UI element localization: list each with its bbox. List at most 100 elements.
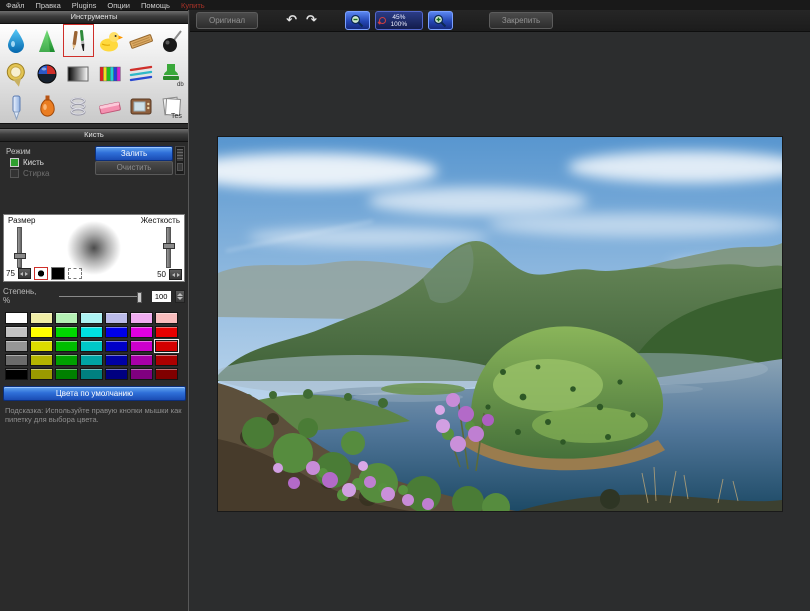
- menu-item-plugins[interactable]: Plugins: [72, 1, 97, 10]
- color-swatch[interactable]: [55, 354, 78, 366]
- color-swatch[interactable]: [5, 354, 28, 366]
- hardness-value: 50: [157, 270, 166, 279]
- color-swatch[interactable]: [130, 354, 153, 366]
- tool-spring[interactable]: [63, 90, 94, 123]
- tool-stamp[interactable]: db: [157, 57, 188, 90]
- stamp-icon: db: [159, 61, 185, 87]
- menu-item-options[interactable]: Опции: [107, 1, 130, 10]
- tool-eraser[interactable]: [94, 90, 125, 123]
- opacity-value: 100: [152, 291, 171, 302]
- redo-icon[interactable]: ↷: [304, 13, 319, 29]
- color-swatch[interactable]: [105, 354, 128, 366]
- brush-shape-round-swatch[interactable]: [34, 267, 48, 280]
- color-swatch[interactable]: [5, 312, 28, 324]
- fill-button[interactable]: Залить: [95, 146, 173, 161]
- default-colors-button[interactable]: Цвета по умолчанию: [3, 386, 186, 401]
- color-ball-icon: [35, 61, 59, 87]
- hardness-label: Жесткость: [141, 216, 180, 225]
- zoom-out-button[interactable]: [345, 11, 370, 30]
- tool-cone[interactable]: [31, 24, 62, 57]
- tool-wood-plank[interactable]: [125, 24, 156, 57]
- color-swatch[interactable]: [130, 340, 153, 352]
- zoom-in-button[interactable]: [428, 11, 453, 30]
- size-stepper[interactable]: [18, 268, 31, 279]
- color-swatch[interactable]: [5, 340, 28, 352]
- color-swatch[interactable]: [80, 312, 103, 324]
- color-swatch[interactable]: [80, 368, 103, 380]
- size-slider-thumb[interactable]: [14, 253, 26, 259]
- canvas-area[interactable]: [218, 137, 782, 511]
- color-swatch[interactable]: [105, 368, 128, 380]
- color-swatch[interactable]: [5, 326, 28, 338]
- color-swatch[interactable]: [55, 326, 78, 338]
- mode-scrollbar-button[interactable]: [177, 163, 183, 171]
- color-swatch[interactable]: [80, 340, 103, 352]
- original-button[interactable]: Оригинал: [196, 12, 258, 29]
- brush-panel-title: Кисть: [0, 128, 188, 142]
- hardness-slider-thumb[interactable]: [163, 243, 175, 249]
- color-swatch[interactable]: [30, 354, 53, 366]
- hardness-stepper[interactable]: [169, 269, 182, 280]
- brush-shape-square-swatch[interactable]: [51, 267, 65, 280]
- brush-mode-checkbox[interactable]: [10, 158, 19, 167]
- zoom-total-value: 100%: [391, 21, 408, 28]
- color-swatch[interactable]: [80, 354, 103, 366]
- tool-pin[interactable]: [157, 24, 188, 57]
- color-swatch[interactable]: [30, 368, 53, 380]
- color-swatch[interactable]: [55, 312, 78, 324]
- color-swatch[interactable]: [155, 312, 178, 324]
- tool-brush-pencil[interactable]: [63, 24, 94, 57]
- brush-shape-outline-swatch[interactable]: [68, 268, 82, 279]
- tool-rainbow[interactable]: [94, 57, 125, 90]
- color-swatch[interactable]: [105, 312, 128, 324]
- eraser-icon: [97, 94, 123, 120]
- size-slider[interactable]: [17, 227, 22, 268]
- tool-tube[interactable]: [0, 90, 31, 123]
- undo-icon[interactable]: ↶: [284, 13, 299, 29]
- tool-bottle[interactable]: [31, 90, 62, 123]
- opacity-stepper[interactable]: [175, 290, 185, 303]
- color-swatch[interactable]: [5, 368, 28, 380]
- color-swatch[interactable]: [155, 368, 178, 380]
- zoom-current-value: 45%: [392, 14, 405, 21]
- color-swatch[interactable]: [130, 312, 153, 324]
- color-swatch[interactable]: [130, 326, 153, 338]
- menu-item-edit[interactable]: Правка: [35, 1, 60, 10]
- color-swatch[interactable]: [155, 354, 178, 366]
- tool-color-lines[interactable]: [125, 57, 156, 90]
- erase-mode-checkbox[interactable]: [10, 169, 19, 178]
- tool-water-drop[interactable]: [0, 24, 31, 57]
- opacity-slider-thumb[interactable]: [137, 292, 142, 303]
- color-swatch[interactable]: [105, 340, 128, 352]
- tool-duck[interactable]: [94, 24, 125, 57]
- tool-photo-frame[interactable]: [125, 90, 156, 123]
- opacity-slider[interactable]: [59, 296, 142, 297]
- color-swatch[interactable]: [155, 326, 178, 338]
- color-swatch[interactable]: [55, 340, 78, 352]
- color-swatch[interactable]: [105, 326, 128, 338]
- mode-scrollbar-thumb[interactable]: [177, 149, 183, 161]
- apply-button[interactable]: Закрепить: [489, 12, 553, 29]
- hardness-slider[interactable]: [166, 227, 171, 268]
- tool-medal[interactable]: [0, 57, 31, 90]
- color-swatch[interactable]: [55, 368, 78, 380]
- mode-scrollbar[interactable]: [175, 146, 185, 175]
- photo-frame-icon: [128, 94, 154, 120]
- color-swatch[interactable]: [30, 340, 53, 352]
- tool-gradient[interactable]: [63, 57, 94, 90]
- color-swatch[interactable]: [30, 326, 53, 338]
- clear-button[interactable]: Очистить: [95, 161, 173, 175]
- cone-icon: [35, 28, 59, 54]
- photo-canvas[interactable]: [218, 137, 782, 511]
- color-swatch[interactable]: [130, 368, 153, 380]
- wood-plank-icon: [128, 28, 154, 54]
- menu-item-buy[interactable]: Купить: [181, 1, 205, 10]
- tool-color-ball[interactable]: [31, 57, 62, 90]
- color-swatch[interactable]: [80, 326, 103, 338]
- color-swatch[interactable]: [155, 340, 178, 352]
- tool-text-pages[interactable]: Tes: [157, 90, 188, 123]
- toolbar: Оригинал ↶ ↷ 45% 100% Закрепить: [190, 10, 810, 32]
- menu-item-file[interactable]: Файл: [6, 1, 24, 10]
- color-swatch[interactable]: [30, 312, 53, 324]
- menu-item-help[interactable]: Помощь: [141, 1, 170, 10]
